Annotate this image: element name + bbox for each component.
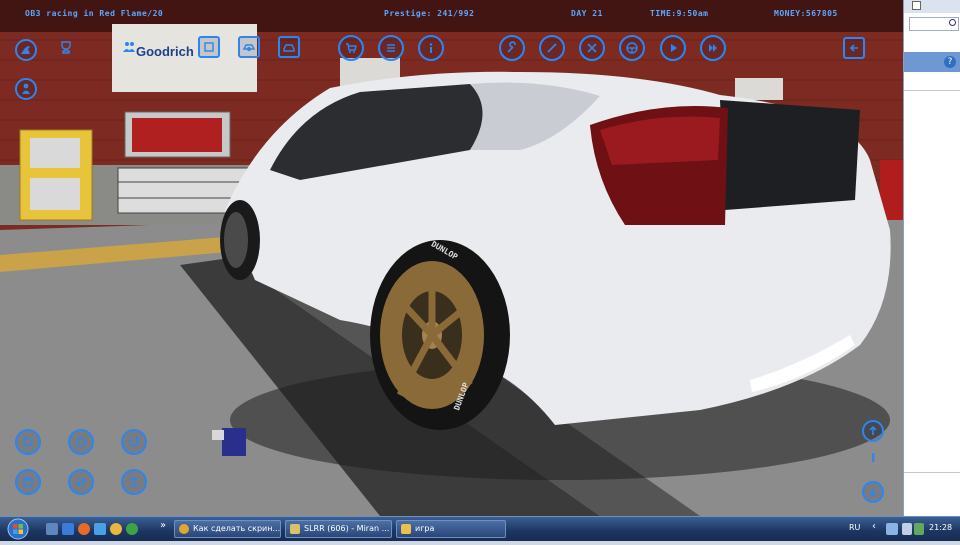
language-indicator[interactable]: RU [849, 523, 860, 532]
start-button[interactable] [4, 517, 32, 541]
swap-button[interactable] [68, 469, 94, 495]
lift-down-button[interactable] [862, 481, 884, 503]
folder-icon [401, 524, 411, 534]
lift-up-button[interactable] [862, 420, 884, 442]
arrow-down-icon [869, 488, 877, 498]
save-button[interactable] [15, 469, 41, 495]
windows-logo-icon [7, 518, 29, 540]
car-name-label: OB3 racing in Red Flame/20 [25, 9, 164, 18]
arrow-up-icon [869, 425, 877, 435]
money-label: MONEY:567805 [774, 9, 838, 18]
firefox-icon[interactable] [78, 523, 90, 535]
exit-button[interactable] [843, 37, 865, 59]
rotate-right-button[interactable] [121, 429, 147, 455]
show-desktop-icon[interactable] [46, 523, 58, 535]
person-icon [22, 83, 30, 94]
play-icon [671, 44, 677, 52]
play-button[interactable] [660, 35, 686, 61]
chrome-icon[interactable] [110, 523, 122, 535]
copy-icon[interactable] [912, 1, 921, 10]
taskbar-item-label: Как сделать скрин... [193, 524, 281, 533]
bird-icon-button[interactable] [15, 39, 37, 61]
trophy-icon [61, 41, 71, 54]
bird-icon [21, 46, 30, 54]
sponsor-banner-text: Goodrich [136, 44, 194, 59]
rotate-left-icon [23, 436, 33, 447]
chrome-icon-2[interactable] [126, 523, 138, 535]
back-arrow-icon [849, 44, 858, 52]
day-label: DAY 21 [571, 9, 603, 18]
background-browser-window: ? [903, 0, 960, 516]
rotate-right-icon [129, 436, 139, 447]
search-icon [949, 19, 956, 26]
taskbar-item-label: SLRR (606) - Miran ... [304, 524, 390, 533]
clock[interactable]: 21:28 [929, 523, 952, 532]
rotate-left-button[interactable] [15, 429, 41, 455]
tray-expand-icon[interactable]: ‹ [872, 521, 876, 532]
wrench-button[interactable] [499, 35, 525, 61]
network-icon[interactable] [886, 523, 898, 535]
paint-icon [204, 42, 214, 52]
cart-icon [346, 43, 357, 53]
engine-shop-button[interactable] [238, 36, 260, 58]
divider [904, 472, 960, 473]
hoist-button[interactable] [121, 469, 147, 495]
slrr-icon [290, 524, 300, 534]
taskbar-item-slrr[interactable]: SLRR (606) - Miran ... [285, 520, 392, 538]
club-button[interactable] [116, 36, 142, 58]
volume-icon[interactable] [902, 523, 912, 535]
info-button[interactable] [418, 35, 444, 61]
info-icon [429, 43, 433, 53]
tools-icon [587, 43, 597, 53]
game-window: Goodrich DUNLOP DUNLOP OB3 racing in Red… [0, 0, 903, 516]
divider [904, 90, 960, 91]
screwdriver-icon [547, 43, 557, 53]
engine-icon [242, 44, 256, 51]
time-label: TIME:9:50am [650, 9, 709, 18]
rotate-center-button[interactable] [68, 429, 94, 455]
taskbar-item-folder[interactable]: игра [396, 520, 506, 538]
list-icon [387, 44, 395, 52]
screwdriver-button[interactable] [539, 35, 565, 61]
rotate-icon [76, 437, 86, 447]
help-icon[interactable]: ? [944, 56, 956, 68]
fast-forward-button[interactable] [700, 35, 726, 61]
chrome-icon [179, 524, 189, 534]
tools-button[interactable] [579, 35, 605, 61]
hoist-icon [130, 478, 138, 487]
car-info-button[interactable] [278, 36, 300, 58]
lift-level-indicator: I [871, 451, 876, 465]
wrench-icon [507, 41, 516, 53]
browser-search-input[interactable] [909, 17, 959, 31]
paint-shop-button[interactable] [198, 36, 220, 58]
prestige-label: Prestige: 241/992 [384, 9, 475, 18]
save-icon [23, 477, 33, 487]
people-icon [123, 42, 135, 52]
taskbar: » Как сделать скрин... SLRR (606) - Mira… [0, 516, 960, 541]
tray-app-icon[interactable] [914, 523, 924, 535]
taskbar-item-label: игра [415, 524, 435, 533]
car-icon [283, 44, 295, 52]
fast-forward-icon [709, 44, 717, 52]
person-button[interactable] [15, 78, 37, 100]
explorer-icon[interactable] [62, 523, 74, 535]
quicklaunch-overflow[interactable]: » [160, 520, 166, 531]
ie-icon[interactable] [94, 523, 106, 535]
list-button[interactable] [378, 35, 404, 61]
trophy-button[interactable] [55, 36, 77, 58]
swap-icon [76, 477, 86, 487]
steering-wheel-icon [626, 42, 638, 54]
taskbar-item-browser[interactable]: Как сделать скрин... [174, 520, 281, 538]
steering-wheel-button[interactable] [619, 35, 645, 61]
shop-cart-button[interactable] [338, 35, 364, 61]
